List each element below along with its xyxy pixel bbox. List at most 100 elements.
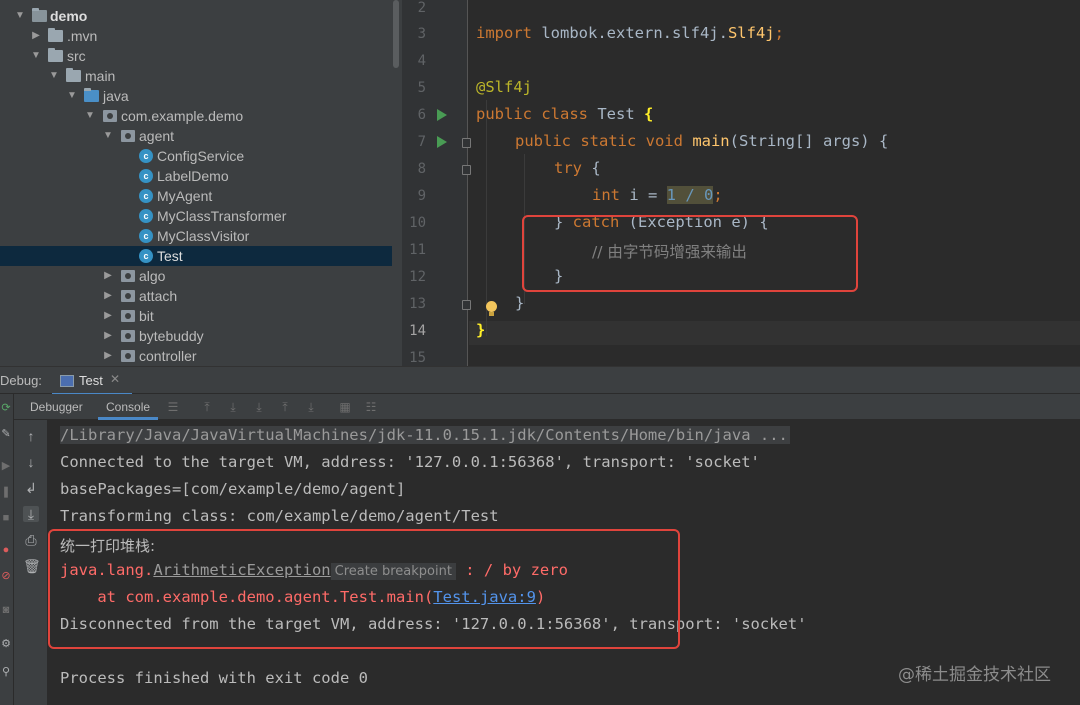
fold-icon[interactable] (462, 165, 471, 175)
keyword: int (592, 186, 620, 204)
code-line-5: @Slf4j (476, 78, 532, 96)
tab-debugger[interactable]: Debugger (30, 394, 83, 420)
run-to-cursor-icon[interactable]: ⤓ (304, 400, 318, 414)
pin-icon[interactable]: ⚲ (0, 666, 12, 678)
lightbulb-icon[interactable] (486, 301, 497, 316)
chevron-down-icon[interactable]: ▼ (30, 46, 42, 66)
step-out-icon[interactable]: ⤒ (278, 400, 292, 414)
code-line-14: } (476, 321, 485, 339)
chevron-right-icon[interactable]: ▶ (102, 286, 114, 306)
project-tree: ▼ demo ▶ .mvn ▼ src ▼ main ▼ java ▼ com.… (0, 0, 402, 366)
tab-console[interactable]: Console (97, 394, 159, 420)
settings-icon[interactable]: ✎ (0, 428, 12, 440)
chevron-right-icon[interactable]: ▶ (30, 26, 42, 46)
folder-icon (48, 28, 63, 42)
tree-item-test[interactable]: c Test (0, 246, 392, 266)
tree-item-label: MyClassVisitor (157, 228, 250, 244)
chevron-down-icon[interactable]: ▼ (84, 106, 96, 126)
tree-item-controller[interactable]: ▶ controller (0, 346, 392, 366)
code-line-7: public static void main(String[] args) { (515, 132, 888, 150)
tree-item-attach[interactable]: ▶ attach (0, 286, 392, 306)
stop-icon[interactable]: ■ (0, 512, 12, 524)
mute-breakpoints-icon[interactable]: ⊘ (0, 570, 12, 582)
line-number: 11 (409, 242, 426, 258)
tree-item-label: LabelDemo (157, 168, 229, 184)
highlight-box-stacktrace (48, 529, 680, 649)
step-over-icon[interactable]: ⤓ (226, 400, 240, 414)
run-main-icon[interactable] (437, 136, 447, 148)
tree-item-bytebuddy[interactable]: ▶ bytebuddy (0, 326, 392, 346)
line-number-current: 14 (409, 323, 426, 339)
tab-label: Test (79, 373, 103, 388)
line-number: 6 (417, 107, 426, 123)
warning-highlight[interactable]: 1 / 0 (666, 186, 714, 204)
tree-item-myclassvisitor[interactable]: c MyClassVisitor (0, 226, 392, 246)
package-icon (121, 350, 135, 362)
tree-item-bit[interactable]: ▶ bit (0, 306, 392, 326)
chevron-right-icon[interactable]: ▶ (102, 306, 114, 326)
menu-icon[interactable]: ☰ (166, 400, 180, 414)
scroll-up-icon[interactable]: ↑ (23, 428, 39, 444)
tree-item-algo[interactable]: ▶ algo (0, 266, 392, 286)
trash-icon[interactable]: 🗑 (23, 558, 41, 574)
show-execution-point-icon[interactable]: ⤒ (200, 400, 214, 414)
pause-icon[interactable]: ❚ (0, 486, 12, 498)
chevron-down-icon[interactable]: ▼ (102, 126, 114, 146)
keyword: try (554, 159, 582, 177)
trace-icon[interactable]: ☷ (364, 400, 378, 414)
tree-item-label: java (103, 88, 129, 104)
chevron-down-icon[interactable]: ▼ (66, 86, 78, 106)
keyword: public (476, 105, 532, 123)
code-line-8: try { (554, 159, 601, 177)
view-breakpoints-icon[interactable]: ● (0, 544, 12, 556)
line-number: 9 (417, 188, 426, 204)
tree-item-java[interactable]: ▼ java (0, 86, 392, 106)
fold-icon[interactable] (462, 138, 471, 148)
resume-icon[interactable]: ▶ (0, 460, 12, 472)
method-name: main (682, 132, 730, 150)
line-number: 5 (417, 80, 426, 96)
console-line-command[interactable]: /Library/Java/JavaVirtualMachines/jdk-11… (60, 426, 790, 444)
tree-item-demo[interactable]: ▼ demo (0, 6, 392, 26)
chevron-right-icon[interactable]: ▶ (102, 346, 114, 366)
scroll-down-icon[interactable]: ↓ (23, 454, 39, 470)
chevron-down-icon[interactable]: ▼ (14, 6, 26, 26)
tree-item-main[interactable]: ▼ main (0, 66, 392, 86)
keyword: class (532, 105, 588, 123)
tab-test[interactable]: Test ✕ (52, 367, 132, 395)
code-punct: ; (774, 24, 784, 42)
tree-item-myclasstransformer[interactable]: c MyClassTransformer (0, 206, 392, 226)
tree-item-labeldemo[interactable]: c LabelDemo (0, 166, 392, 186)
fold-icon[interactable] (462, 300, 471, 310)
close-icon[interactable]: ✕ (110, 372, 120, 386)
camera-icon[interactable]: ◙ (0, 604, 12, 616)
step-into-icon[interactable]: ⤓ (252, 400, 266, 414)
code-editor[interactable]: 2 3 4 5 6 7 8 9 10 11 12 13 14 15 import… (402, 0, 1080, 366)
rerun-icon[interactable]: ⟳ (0, 402, 12, 414)
chevron-down-icon[interactable]: ▼ (48, 66, 60, 86)
tree-item-mvn[interactable]: ▶ .mvn (0, 26, 392, 46)
matched-brace: } (476, 321, 486, 339)
chevron-right-icon[interactable]: ▶ (102, 266, 114, 286)
gear-icon[interactable]: ⚙ (0, 638, 12, 650)
run-class-icon[interactable] (437, 109, 447, 121)
package-icon (121, 270, 135, 282)
module-folder-icon (32, 8, 47, 22)
chevron-right-icon[interactable]: ▶ (102, 326, 114, 346)
line-number: 4 (417, 53, 426, 69)
tree-item-configservice[interactable]: c ConfigService (0, 146, 392, 166)
console-line: Transforming class: com/example/demo/age… (60, 507, 499, 525)
evaluate-icon[interactable]: ▦ (338, 400, 352, 414)
tree-scrollbar[interactable] (393, 0, 399, 68)
tree-item-label: ConfigService (157, 148, 245, 164)
tree-item-com-example-demo[interactable]: ▼ com.example.demo (0, 106, 392, 126)
scroll-to-end-icon[interactable]: ⤓ (23, 506, 39, 522)
line-number: 3 (417, 26, 426, 42)
tree-item-myagent[interactable]: c MyAgent (0, 186, 392, 206)
code-text: Test (588, 105, 644, 123)
print-icon[interactable]: ⎙ (23, 532, 39, 548)
soft-wrap-icon[interactable]: ↲ (23, 480, 39, 496)
tree-item-label: src (67, 48, 86, 64)
tree-item-src[interactable]: ▼ src (0, 46, 392, 66)
tree-item-agent[interactable]: ▼ agent (0, 126, 392, 146)
